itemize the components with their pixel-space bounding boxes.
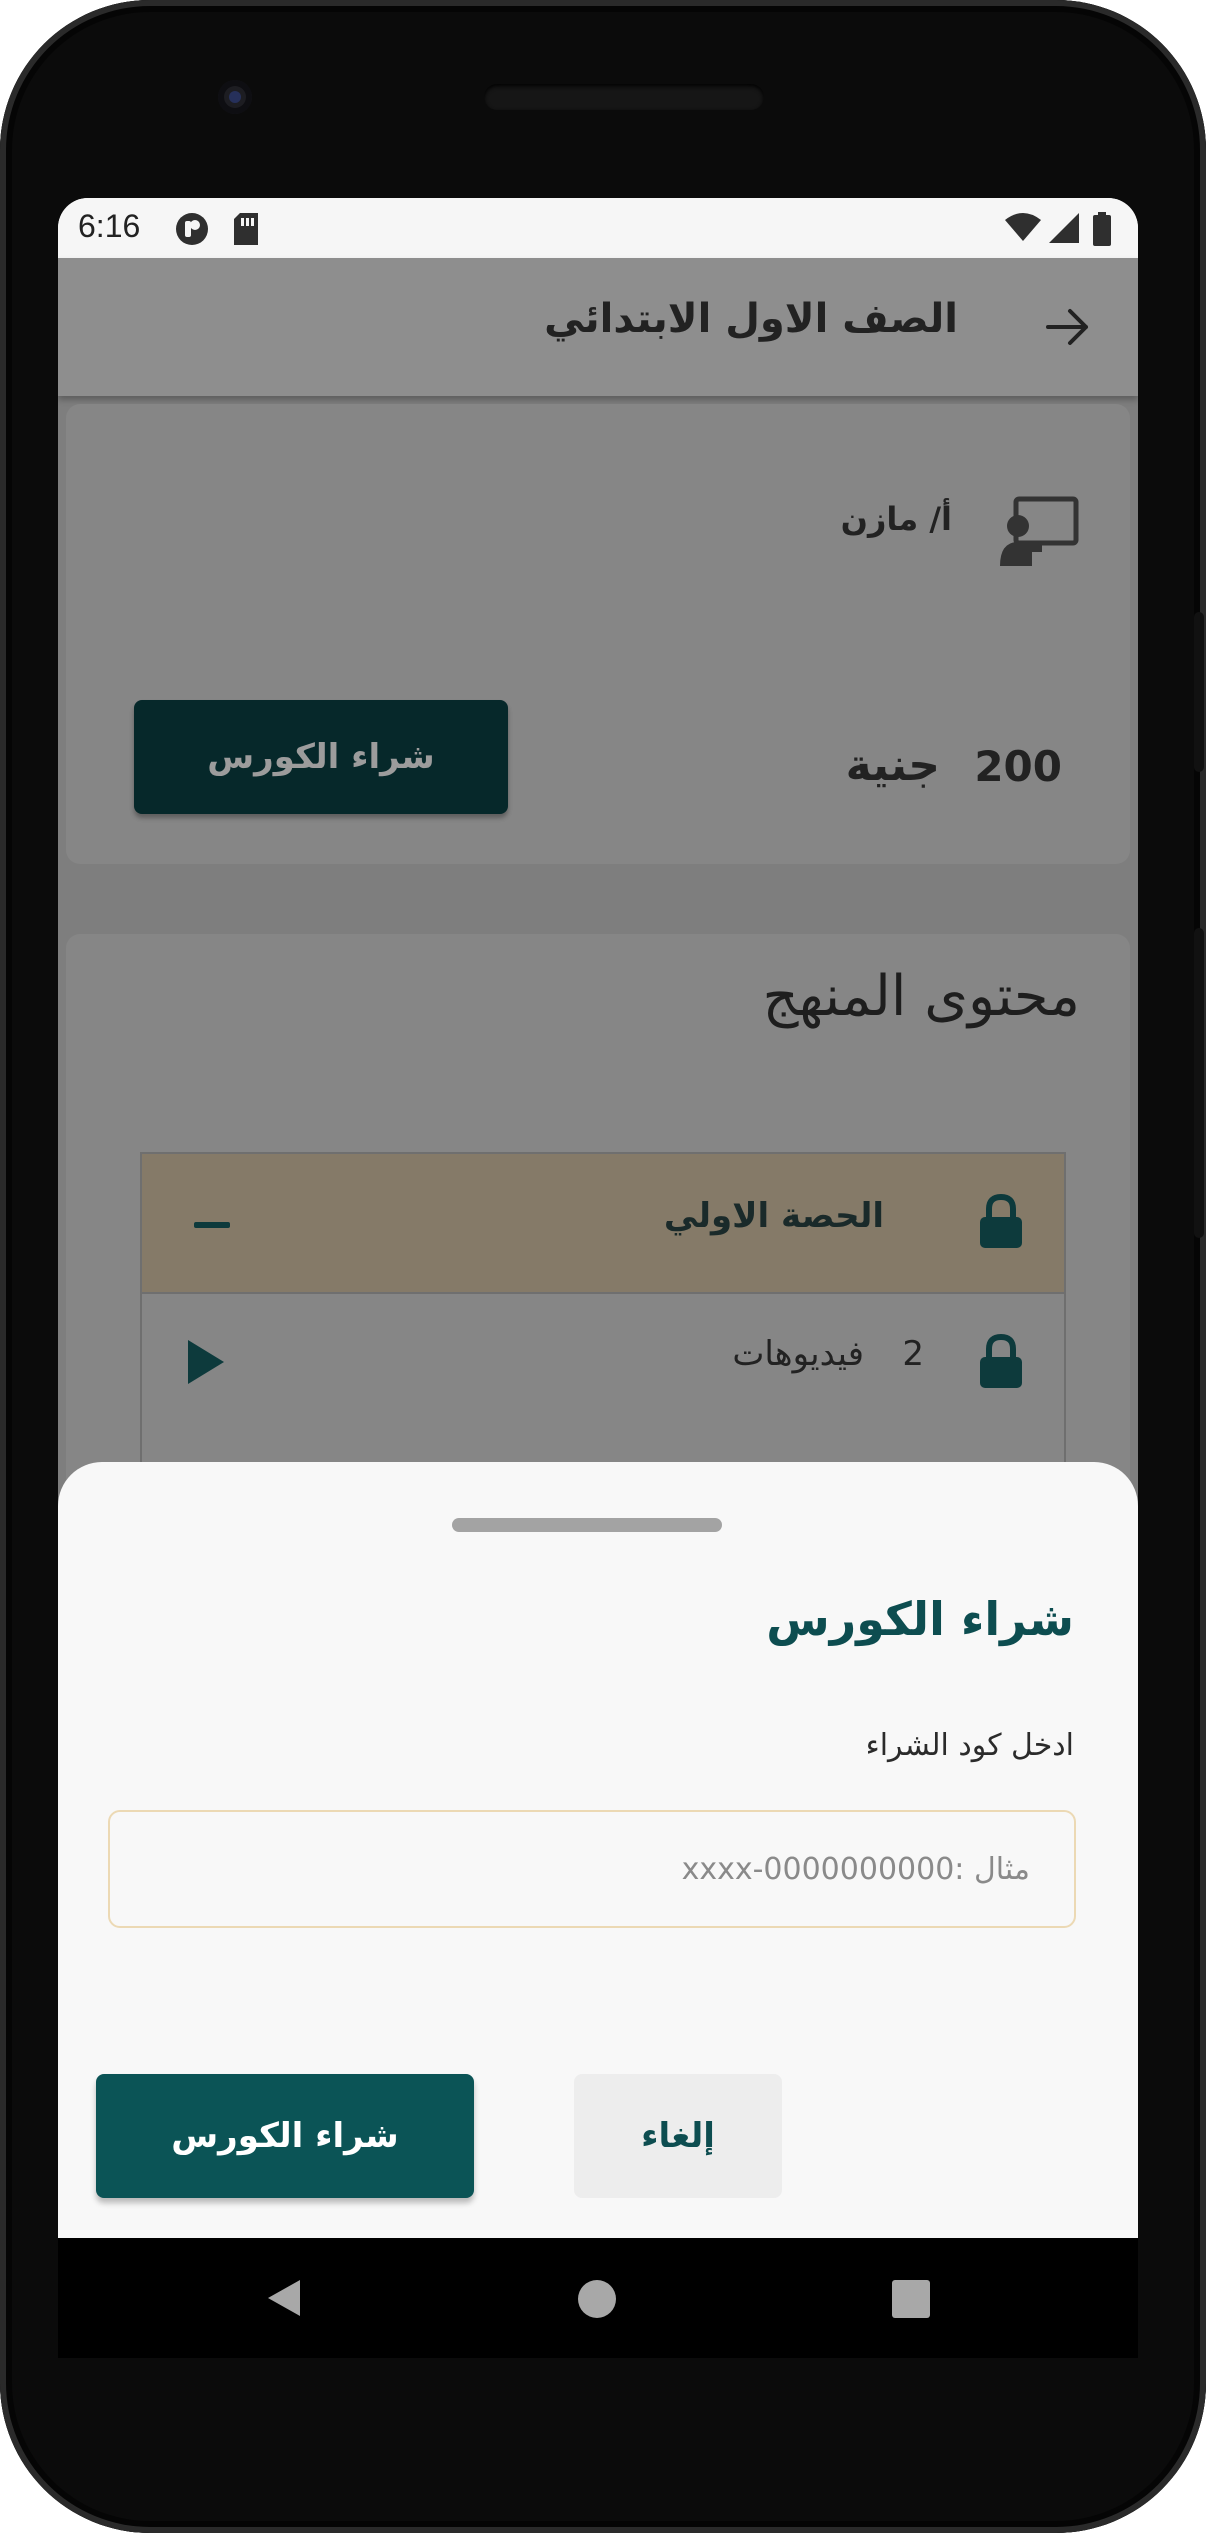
lesson-header[interactable]: الحصة الاولي bbox=[140, 1152, 1066, 1294]
lesson-name: الحصة الاولي bbox=[663, 1196, 884, 1236]
front-camera bbox=[218, 80, 252, 114]
power-button bbox=[1194, 612, 1204, 772]
arrow-back-icon[interactable] bbox=[1044, 304, 1090, 350]
nav-back-icon[interactable] bbox=[264, 2278, 304, 2318]
nav-home-icon[interactable] bbox=[578, 2280, 616, 2318]
volume-button bbox=[1194, 928, 1204, 1238]
page-title: الصف الاول الابتدائي bbox=[544, 296, 958, 342]
battery-icon bbox=[1093, 212, 1111, 246]
status-time: 6:16 bbox=[78, 208, 141, 244]
teacher-board-icon bbox=[1000, 496, 1079, 566]
wifi-icon bbox=[1005, 213, 1041, 241]
lock-icon bbox=[980, 1194, 1022, 1248]
code-label: ادخل كود الشراء bbox=[865, 1728, 1074, 1763]
sd-card-icon bbox=[234, 213, 258, 245]
nav-recents-icon[interactable] bbox=[892, 2280, 930, 2318]
play-icon[interactable] bbox=[186, 1338, 226, 1386]
system-nav-bar bbox=[58, 2238, 1138, 2358]
status-bar: 6:16 bbox=[58, 198, 1138, 258]
price-value: 200 bbox=[974, 742, 1062, 791]
confirm-buy-button[interactable]: شراء الكورس bbox=[96, 2074, 474, 2198]
p-icon bbox=[176, 213, 208, 245]
course-info-card: أ/ مازن شراء الكورس 200 جنية bbox=[66, 404, 1130, 864]
lock-icon bbox=[980, 1334, 1022, 1388]
cancel-button[interactable]: إلغاء bbox=[574, 2074, 782, 2198]
videos-label: فيديوهات bbox=[732, 1334, 864, 1374]
videos-count: 2 bbox=[902, 1334, 924, 1374]
teacher-name: أ/ مازن bbox=[840, 500, 952, 538]
collapse-icon[interactable] bbox=[194, 1222, 230, 1228]
phone-frame: 6:16 الصف الاول الابتدائي أ/ مازن شراء ا… bbox=[0, 0, 1206, 2533]
curriculum-title: محتوى المنهج bbox=[762, 964, 1080, 1029]
screen: 6:16 الصف الاول الابتدائي أ/ مازن شراء ا… bbox=[58, 198, 1138, 2238]
app-bar: الصف الاول الابتدائي bbox=[58, 258, 1138, 396]
purchase-bottom-sheet: شراء الكورس ادخل كود الشراء إلغاء شراء ا… bbox=[58, 1462, 1138, 2238]
earpiece-speaker bbox=[484, 84, 764, 110]
sheet-title: شراء الكورس bbox=[766, 1592, 1074, 1646]
signal-icon bbox=[1049, 213, 1079, 243]
buy-course-button[interactable]: شراء الكورس bbox=[134, 700, 508, 814]
drag-handle[interactable] bbox=[452, 1518, 722, 1532]
price-currency: جنية bbox=[845, 740, 940, 791]
purchase-code-input[interactable] bbox=[108, 1810, 1076, 1928]
